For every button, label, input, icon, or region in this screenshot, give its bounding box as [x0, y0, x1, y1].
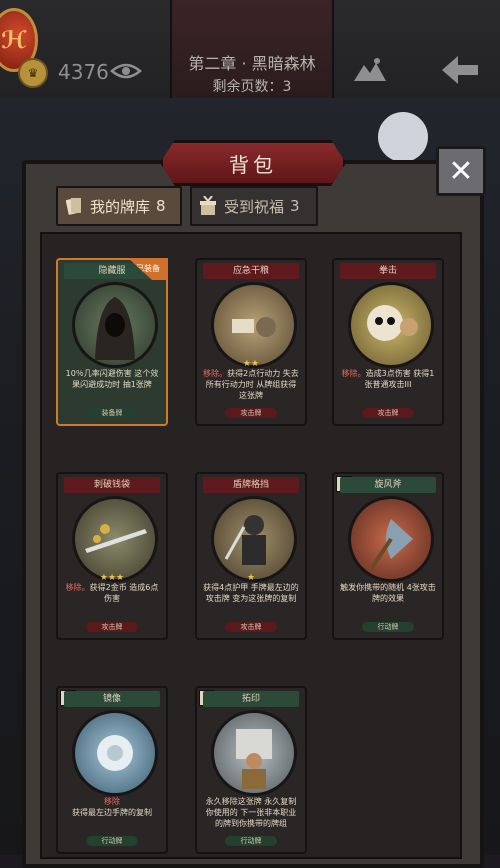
card-desc: 触发你携带的随机 4张攻击牌的效果 — [340, 583, 436, 603]
mirror-orb-art — [72, 710, 158, 796]
shield-knight-art — [211, 496, 297, 582]
tab-label: 受到祝福 — [224, 197, 285, 216]
back-arrow-icon[interactable] — [440, 54, 480, 86]
card-desc: 移除。获得2金币 造成6点伤害 — [64, 582, 160, 604]
remove-keyword: 移除。 — [65, 583, 90, 592]
card-name: 旋风斧 — [340, 477, 436, 493]
close-button[interactable]: ✕ — [436, 146, 486, 196]
coin-icon: ♛ — [18, 58, 48, 88]
card-mirror[interactable]: I 镜像 移除获得最左边手牌的复制 行动牌 — [56, 686, 168, 854]
cloak-art — [72, 282, 158, 368]
remove-keyword: 移除。 — [341, 369, 366, 378]
remove-keyword: 移除 — [104, 797, 120, 806]
card-rubbing[interactable]: 0 拓印 永久移除这张牌 永久复制你使用的 下一张非本职业 的牌到你携带的牌组 … — [195, 686, 307, 854]
card-desc: 10％几率闪避伤害 这个效果闪避成功时 抽1张牌 — [65, 369, 159, 389]
axe-art — [348, 496, 434, 582]
card-desc-text: 获得最左边手牌的复制 — [72, 808, 152, 817]
card-desc-text: 获得2金币 造成6点伤害 — [89, 583, 159, 603]
card-hidden-cloak[interactable]: 隐藏服 10％几率闪避伤害 这个效果闪避成功时 抽1张牌 装备牌 已装备 — [56, 258, 168, 426]
card-type: 行动牌 — [86, 836, 138, 846]
bag-title-plate: 背包 — [160, 140, 346, 186]
card-type: 装备牌 — [86, 408, 138, 418]
tab-count: 8 — [156, 197, 166, 215]
card-shield-block[interactable]: 盾牌格挡 ★ 获得4点护甲 手牌最左边的攻击牌 变为这张牌的复制 攻击牌 — [195, 472, 307, 640]
gold-amount: 4376 — [58, 60, 109, 84]
chapter-panel: 第二章 · 黑暗森林 剩余页数：3 — [170, 0, 334, 98]
card-type: 行动牌 — [225, 836, 277, 846]
card-name: 刺破钱袋 — [64, 477, 160, 493]
purse-slash-art — [72, 496, 158, 582]
card-type: 攻击牌 — [225, 408, 277, 418]
bag-title: 背包 — [229, 152, 277, 177]
card-desc-text: 造成3点伤害 获得1张普通攻击III — [364, 369, 435, 389]
chapter-title: 第二章 · 黑暗森林 — [188, 54, 316, 73]
card-name: 盾牌格挡 — [203, 477, 299, 493]
card-whirlwind-axe[interactable]: I 旋风斧 触发你携带的随机 4张攻击牌的效果 行动牌 — [332, 472, 444, 640]
card-slash-purse[interactable]: 刺破钱袋 ★★★ 移除。获得2金币 造成6点伤害 攻击牌 — [56, 472, 168, 640]
scholar-art — [211, 710, 297, 796]
card-type: 行动牌 — [362, 622, 414, 632]
tab-blessings[interactable]: 受到祝福 3 — [190, 186, 318, 226]
card-name: 应急干粮 — [203, 263, 299, 279]
skull-punch-art — [348, 282, 434, 368]
ration-art — [211, 282, 297, 368]
card-punch[interactable]: 拳击 移除。造成3点伤害 获得1张普通攻击III 攻击牌 — [332, 258, 444, 426]
tab-my-deck[interactable]: 我的牌库 8 — [56, 186, 182, 226]
card-desc: 移除。获得2点行动力 失去所有行动力时 从牌组获得这张牌 — [203, 368, 299, 401]
card-name: 镜像 — [64, 691, 160, 707]
card-desc: 移除获得最左边手牌的复制 — [64, 796, 160, 818]
card-type: 攻击牌 — [225, 622, 277, 632]
tab-count: 3 — [290, 197, 300, 215]
card-name: 拓印 — [203, 691, 299, 707]
card-desc: 获得4点护甲 手牌最左边的攻击牌 变为这张牌的复制 — [203, 583, 299, 603]
gift-icon — [200, 196, 216, 215]
map-icon[interactable] — [350, 55, 390, 85]
card-desc: 永久移除这张牌 永久复制你使用的 下一张非本职业 的牌到你携带的牌组 — [205, 797, 297, 828]
card-type: 攻击牌 — [86, 622, 138, 632]
top-bar: ℋ ♛ 4376 第二章 · 黑暗森林 剩余页数：3 — [0, 0, 500, 100]
card-desc: 移除。造成3点伤害 获得1张普通攻击III — [340, 368, 436, 390]
eye-icon[interactable] — [110, 61, 142, 81]
tab-label: 我的牌库 — [90, 197, 151, 216]
card-type: 攻击牌 — [362, 408, 414, 418]
cards-icon — [66, 198, 81, 215]
pages-left: 剩余页数：3 — [212, 79, 292, 95]
card-name: 拳击 — [340, 263, 436, 279]
remove-keyword: 移除。 — [203, 369, 228, 378]
moon-decoration — [378, 112, 428, 162]
card-emergency-ration[interactable]: 应急干粮 ★★ 移除。获得2点行动力 失去所有行动力时 从牌组获得这张牌 攻击牌 — [195, 258, 307, 426]
